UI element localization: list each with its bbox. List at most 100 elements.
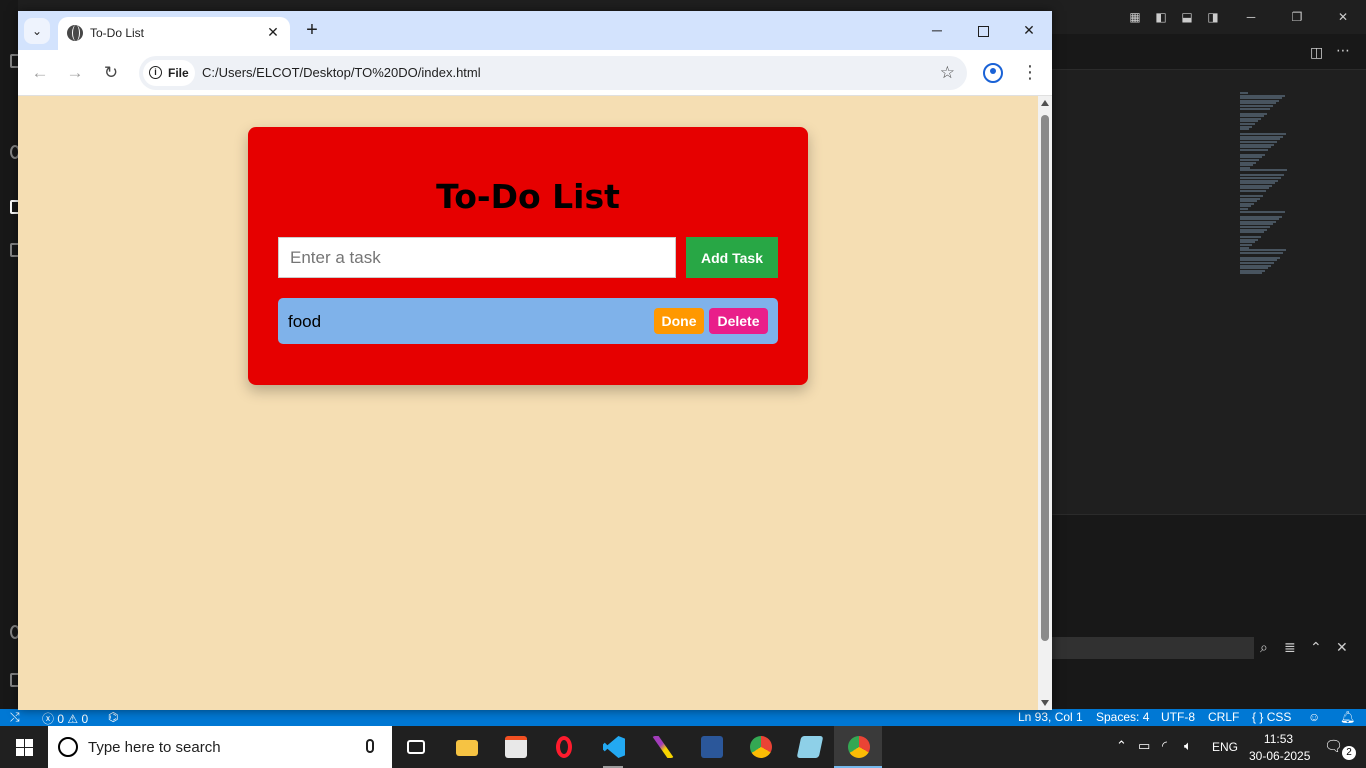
- clock-time[interactable]: 11:53: [1251, 732, 1306, 746]
- find-input[interactable]: [1052, 637, 1254, 659]
- cursor-position[interactable]: Ln 93, Col 1: [1018, 710, 1083, 724]
- task-view-icon[interactable]: [392, 726, 440, 768]
- add-task-button[interactable]: Add Task: [686, 237, 778, 278]
- notification-center-icon[interactable]: 🗨︎: [1324, 737, 1343, 755]
- site-chip-label: File: [168, 66, 189, 80]
- word-icon[interactable]: [687, 726, 735, 768]
- scroll-up-arrow-icon[interactable]: [1041, 100, 1049, 106]
- scroll-down-arrow-icon[interactable]: [1041, 700, 1049, 706]
- close-icon[interactable]: ✕: [1336, 10, 1350, 24]
- delete-button[interactable]: Delete: [709, 308, 768, 334]
- address-bar[interactable]: i File C:/Users/ELCOT/Desktop/TO%20DO/in…: [139, 56, 967, 90]
- clock-date[interactable]: 30-06-2025: [1249, 749, 1310, 763]
- minimap-line: [1240, 251, 1283, 254]
- page-scrollbar[interactable]: [1038, 96, 1052, 710]
- system-tray: ⌃ ▭ ◜ 🔈︎ ENG 11:53 30-06-2025 🗨︎ 2: [1110, 726, 1366, 768]
- minimap-line: [1240, 148, 1268, 151]
- tab-search-button[interactable]: ⌄: [24, 18, 50, 44]
- vscode-icon[interactable]: [589, 726, 637, 768]
- toggle-secondary-sidebar-icon[interactable]: ◨: [1206, 10, 1220, 24]
- tab-close-icon[interactable]: ✕: [264, 23, 282, 41]
- copilot-icon[interactable]: ☺: [1308, 710, 1320, 724]
- filter-icon[interactable]: ≣: [1284, 639, 1296, 656]
- language-indicator[interactable]: ENG: [1212, 740, 1238, 754]
- profile-icon[interactable]: [983, 63, 1003, 83]
- wifi-icon[interactable]: ◜: [1162, 738, 1167, 754]
- minimap-line: [1240, 272, 1262, 275]
- encoding[interactable]: UTF-8: [1161, 710, 1195, 724]
- toggle-sidebar-icon[interactable]: ◧: [1154, 10, 1168, 24]
- tab-todo-list[interactable]: To-Do List ✕: [58, 17, 290, 50]
- maximize-button[interactable]: [960, 15, 1006, 45]
- scrollbar-thumb[interactable]: [1041, 115, 1049, 641]
- reload-icon[interactable]: ↻: [97, 59, 125, 87]
- notifications-bell-icon[interactable]: 🔔︎: [1340, 710, 1355, 724]
- windows-taskbar: Type here to search ⌃ ▭ ◜ 🔈︎ ENG 11:53 3…: [0, 726, 1366, 768]
- ports-icon[interactable]: ⌬: [108, 710, 118, 724]
- minimize-button[interactable]: ─: [914, 15, 960, 45]
- maximize-icon: [977, 25, 989, 37]
- more-actions-icon[interactable]: ⋯: [1336, 42, 1350, 59]
- site-info-chip[interactable]: i File: [143, 60, 195, 86]
- chevron-up-icon[interactable]: ⌃: [1116, 738, 1127, 754]
- minimap-line: [1240, 107, 1270, 110]
- file-explorer-icon[interactable]: [442, 726, 490, 768]
- vscode-panel: [1052, 514, 1366, 710]
- end-of-line[interactable]: CRLF: [1208, 710, 1239, 724]
- minimap-line: [1240, 210, 1285, 213]
- microphone-icon[interactable]: [366, 739, 374, 753]
- vscode-status-bar: ⤭ ⓧ 0 ⚠ 0 ⌬ Ln 93, Col 1 Spaces: 4 UTF-8…: [0, 709, 1366, 726]
- url-text[interactable]: C:/Users/ELCOT/Desktop/TO%20DO/index.htm…: [202, 65, 481, 80]
- search-placeholder: Type here to search: [88, 739, 221, 756]
- minimap-line: [1240, 128, 1249, 131]
- page-viewport: To-Do List Add Task food Done Delete: [18, 96, 1052, 710]
- notification-badge: 2: [1342, 746, 1356, 760]
- problems-indicator[interactable]: ⓧ 0 ⚠ 0: [42, 710, 88, 727]
- microsoft-store-icon[interactable]: [491, 726, 539, 768]
- vscode-titlebar: ▦ ◧ ⬓ ◨ ─ ❐ ✕: [1052, 0, 1366, 34]
- kebab-menu-icon[interactable]: ⋮: [1018, 61, 1042, 85]
- toggle-panel-icon[interactable]: ⬓: [1180, 10, 1194, 24]
- restore-icon[interactable]: ❐: [1290, 10, 1304, 24]
- search-icon[interactable]: ⌕: [1260, 639, 1268, 656]
- split-editor-icon[interactable]: ◫: [1310, 44, 1323, 61]
- cortana-icon: [58, 737, 78, 757]
- minimap-line: [1240, 169, 1287, 172]
- windows-start-icon[interactable]: [0, 726, 48, 768]
- paint-icon[interactable]: [638, 726, 686, 768]
- notepad-icon[interactable]: [785, 726, 833, 768]
- done-button[interactable]: Done: [654, 308, 704, 334]
- battery-icon[interactable]: ▭: [1138, 738, 1150, 754]
- vscode-activity-bar: [0, 0, 20, 709]
- volume-icon[interactable]: 🔈︎: [1184, 738, 1192, 754]
- vscode-minimap[interactable]: [1236, 90, 1296, 280]
- opera-icon[interactable]: [540, 726, 588, 768]
- indentation[interactable]: Spaces: 4: [1096, 710, 1149, 724]
- taskbar-search-box[interactable]: Type here to search: [48, 726, 392, 768]
- layout-icon[interactable]: ▦: [1128, 10, 1142, 24]
- bookmark-star-icon[interactable]: ☆: [940, 63, 955, 83]
- tab-strip: ⌄ To-Do List ✕ + ─ ✕: [18, 11, 1052, 50]
- todo-container: To-Do List Add Task food Done Delete: [248, 127, 808, 385]
- close-window-button[interactable]: ✕: [1006, 15, 1052, 45]
- chevron-up-icon[interactable]: ⌃: [1310, 639, 1322, 656]
- tab-title: To-Do List: [90, 26, 145, 40]
- chrome-profile-icon[interactable]: [736, 726, 784, 768]
- vscode-editor-tabs: ◫ ⋯: [1052, 34, 1366, 70]
- minimize-icon[interactable]: ─: [1244, 10, 1258, 24]
- page-title: To-Do List: [436, 177, 620, 216]
- remote-icon[interactable]: ⤭: [10, 710, 20, 725]
- language-mode[interactable]: { } CSS: [1252, 710, 1291, 724]
- list-item: food Done Delete: [278, 298, 778, 344]
- browser-toolbar: ← → ↻ i File C:/Users/ELCOT/Desktop/TO%2…: [18, 50, 1052, 96]
- back-arrow-icon[interactable]: ←: [26, 59, 54, 87]
- chrome-icon[interactable]: [834, 726, 882, 768]
- close-icon[interactable]: ✕: [1336, 639, 1348, 656]
- chrome-window: ⌄ To-Do List ✕ + ─ ✕ ← → ↻ i File C:/Use…: [18, 11, 1052, 710]
- vscode-find-widget: ⌕ ≣ ⌃ ✕: [1052, 637, 1366, 659]
- info-icon: i: [149, 66, 162, 79]
- task-input[interactable]: [278, 237, 676, 278]
- minimap-line: [1240, 231, 1264, 234]
- forward-arrow-icon[interactable]: →: [61, 59, 89, 87]
- new-tab-button[interactable]: +: [300, 19, 324, 43]
